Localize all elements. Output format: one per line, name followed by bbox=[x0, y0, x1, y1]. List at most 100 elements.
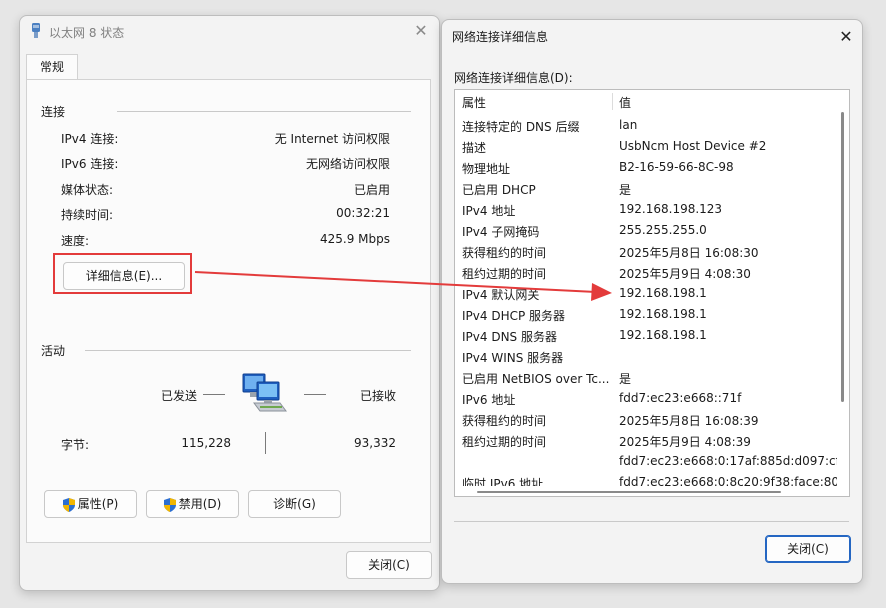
uac-shield-icon bbox=[163, 497, 176, 512]
duration-value: 00:32:21 bbox=[336, 206, 390, 220]
uac-shield-icon bbox=[62, 497, 75, 512]
media-state-label: 媒体状态: bbox=[61, 183, 114, 197]
list-item[interactable]: 租约过期的时间 2025年5月9日 4:08:30 bbox=[455, 262, 837, 283]
list-item[interactable]: 获得租约的时间 2025年5月8日 16:08:39 bbox=[455, 409, 837, 430]
list-item-value: 是 bbox=[619, 183, 632, 197]
list-item[interactable]: fdd7:ec23:e668:0:17af:885d:d097:cfe4 bbox=[455, 451, 837, 472]
list-item[interactable]: 已启用 DHCP 是 bbox=[455, 178, 837, 199]
status-window-title: 以太网 8 状态 bbox=[49, 26, 125, 40]
details-close-button[interactable]: 关闭(C) bbox=[765, 535, 851, 563]
list-item-value: lan bbox=[619, 118, 638, 132]
list-item-property: IPv6 地址 bbox=[462, 393, 516, 407]
list-item-property: 获得租约的时间 bbox=[462, 246, 547, 260]
list-item-property: 物理地址 bbox=[462, 162, 511, 176]
received-label: 已接收 bbox=[359, 389, 396, 403]
list-item[interactable]: IPv4 默认网关 192.168.198.1 bbox=[455, 283, 837, 304]
list-item-value: UsbNcm Host Device #2 bbox=[619, 139, 767, 153]
list-item-value: 192.168.198.123 bbox=[619, 202, 723, 216]
list-item-property: 获得租约的时间 bbox=[462, 414, 547, 428]
list-item-value: 是 bbox=[619, 372, 632, 386]
status-window-close-icon[interactable]: ✕ bbox=[411, 21, 431, 41]
bytes-divider bbox=[265, 432, 266, 454]
properties-button[interactable]: 属性(P) bbox=[44, 490, 137, 518]
details-list-header: 属性 值 bbox=[455, 90, 837, 113]
network-details-window: 网络连接详细信息 ✕ 网络连接详细信息(D): 属性 值 连接特定的 DNS 后… bbox=[441, 19, 863, 584]
details-window-title: 网络连接详细信息 bbox=[452, 30, 549, 44]
list-item-value: 2025年5月9日 4:08:39 bbox=[619, 435, 751, 449]
list-item-property: 租约过期的时间 bbox=[462, 435, 547, 449]
list-item-value: fdd7:ec23:e668::71f bbox=[619, 391, 742, 405]
bytes-sent-value: 115,228 bbox=[181, 436, 231, 450]
details-titlebar: 网络连接详细信息 ✕ bbox=[442, 20, 862, 52]
ipv6-connectivity-value: 无网络访问权限 bbox=[305, 157, 390, 171]
sent-line bbox=[203, 394, 225, 395]
list-item[interactable]: 获得租约的时间 2025年5月8日 16:08:30 bbox=[455, 241, 837, 262]
list-item[interactable]: IPv4 WINS 服务器 bbox=[455, 346, 837, 367]
list-item[interactable]: IPv6 地址 fdd7:ec23:e668::71f bbox=[455, 388, 837, 409]
list-item[interactable]: 租约过期的时间 2025年5月9日 4:08:39 bbox=[455, 430, 837, 451]
list-item[interactable]: 描述 UsbNcm Host Device #2 bbox=[455, 136, 837, 157]
ipv6-connectivity-label: IPv6 连接: bbox=[61, 157, 119, 171]
list-item-value: fdd7:ec23:e668:0:17af:885d:d097:cfe4 bbox=[619, 454, 837, 468]
list-item-value: 2025年5月9日 4:08:30 bbox=[619, 267, 751, 281]
activity-section-title: 活动 bbox=[41, 344, 66, 358]
details-divider bbox=[454, 521, 849, 522]
connection-section-title: 连接 bbox=[41, 105, 66, 119]
status-titlebar: 以太网 8 状态 ✕ bbox=[20, 16, 439, 48]
activity-section-divider bbox=[85, 350, 411, 351]
status-close-button[interactable]: 关闭(C) bbox=[346, 551, 432, 579]
bytes-received-value: 93,332 bbox=[354, 436, 396, 450]
list-item-property: IPv4 DHCP 服务器 bbox=[462, 309, 566, 323]
list-item-value: 192.168.198.1 bbox=[619, 307, 707, 321]
sent-label: 已发送 bbox=[161, 389, 198, 403]
list-item-property: IPv4 子网掩码 bbox=[462, 225, 540, 239]
column-separator[interactable] bbox=[612, 93, 613, 110]
list-item-property: IPv4 默认网关 bbox=[462, 288, 540, 302]
list-item[interactable]: IPv4 DHCP 服务器 192.168.198.1 bbox=[455, 304, 837, 325]
connection-section-divider bbox=[117, 111, 411, 112]
list-item[interactable]: 连接特定的 DNS 后缀 lan bbox=[455, 115, 837, 136]
list-item[interactable]: 临时 IPv6 地址 fdd7:ec23:e668:0:8c20:9f38:fac… bbox=[455, 472, 837, 486]
list-item-property: 描述 bbox=[462, 141, 487, 155]
details-listview[interactable]: 属性 值 连接特定的 DNS 后缀 lan 描述 UsbNcm Host Device… bbox=[454, 89, 850, 497]
duration-label: 持续时间: bbox=[61, 208, 114, 222]
received-line bbox=[304, 394, 326, 395]
list-item-value: 192.168.198.1 bbox=[619, 286, 707, 300]
disable-button[interactable]: 禁用(D) bbox=[146, 490, 239, 518]
list-item-value: B2-16-59-66-8C-98 bbox=[619, 160, 734, 174]
list-item-property: 临时 IPv6 地址 bbox=[462, 477, 544, 486]
column-header-property[interactable]: 属性 bbox=[462, 94, 486, 111]
list-item-property: 租约过期的时间 bbox=[462, 267, 547, 281]
details-button-highlight bbox=[53, 253, 192, 294]
bytes-label: 字节: bbox=[61, 438, 90, 452]
list-item-property: 已启用 DHCP bbox=[462, 183, 536, 197]
list-item[interactable]: 已启用 NetBIOS over Tc... 是 bbox=[455, 367, 837, 388]
ethernet-port-icon bbox=[32, 23, 40, 38]
list-item-value: 192.168.198.1 bbox=[619, 328, 707, 342]
details-window-close-icon[interactable]: ✕ bbox=[836, 27, 856, 47]
horizontal-scrollbar[interactable] bbox=[477, 491, 781, 493]
vertical-scrollbar[interactable] bbox=[841, 112, 844, 402]
list-item-property: IPv4 WINS 服务器 bbox=[462, 351, 564, 365]
diagnose-button[interactable]: 诊断(G) bbox=[248, 490, 341, 518]
details-list-label: 网络连接详细信息(D): bbox=[454, 71, 573, 85]
speed-value: 425.9 Mbps bbox=[319, 232, 390, 246]
ipv4-connectivity-label: IPv4 连接: bbox=[61, 132, 119, 146]
speed-label: 速度: bbox=[61, 234, 90, 248]
tab-general[interactable]: 常规 bbox=[26, 54, 78, 81]
properties-button-label: 属性(P) bbox=[77, 497, 119, 511]
list-item[interactable]: 物理地址 B2-16-59-66-8C-98 bbox=[455, 157, 837, 178]
media-state-value: 已启用 bbox=[353, 183, 390, 197]
disable-button-label: 禁用(D) bbox=[178, 497, 222, 511]
list-item[interactable]: IPv4 地址 192.168.198.123 bbox=[455, 199, 837, 220]
list-item-property: 已启用 NetBIOS over Tc... bbox=[462, 372, 610, 386]
list-item-value: fdd7:ec23:e668:0:8c20:9f38:face:802b bbox=[619, 475, 837, 486]
list-item[interactable]: IPv4 子网掩码 255.255.255.0 bbox=[455, 220, 837, 241]
ethernet-status-window: 以太网 8 状态 ✕ 常规 连接 IPv4 连接: 无 Internet 访问权… bbox=[19, 15, 440, 591]
list-item[interactable]: IPv4 DNS 服务器 192.168.198.1 bbox=[455, 325, 837, 346]
network-computers-icon bbox=[242, 373, 287, 412]
column-header-value[interactable]: 值 bbox=[619, 94, 631, 111]
list-item-value: 2025年5月8日 16:08:39 bbox=[619, 414, 759, 428]
general-tab-panel: 连接 IPv4 连接: 无 Internet 访问权限 IPv6 连接: 无网络… bbox=[26, 79, 431, 543]
list-item-property: 连接特定的 DNS 后缀 bbox=[462, 120, 580, 134]
